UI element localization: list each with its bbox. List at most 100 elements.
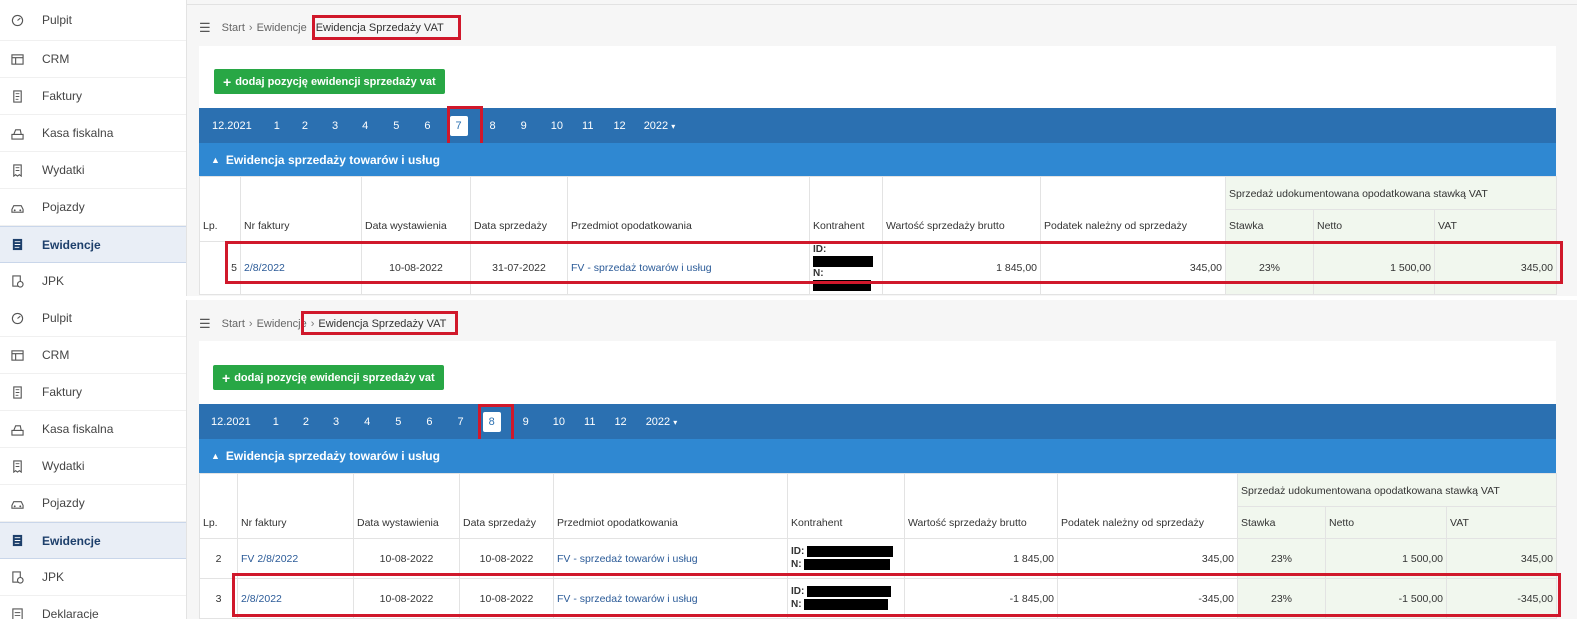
cell-data-sprzedazy: 10-08-2022 [459,578,554,619]
redacted-name [813,280,871,292]
sidebar-item-jpk[interactable]: JPK [0,263,186,296]
month-5[interactable]: 5 [393,120,399,132]
month-4[interactable]: 4 [362,120,368,132]
cell-przedmiot[interactable]: FV - sprzedaż towarów i usług [567,240,810,296]
sidebar-item-pojazdy[interactable]: Pojazdy [0,189,186,226]
cell-data-sprzedazy: 31-07-2022 [470,240,568,296]
month-3[interactable]: 3 [333,416,339,428]
add-sales-entry-button[interactable]: + dodaj pozycję ewidencji sprzedaży vat [214,69,445,94]
month-prev-year[interactable]: 12.2021 [211,416,251,428]
month-9[interactable]: 9 [523,416,529,428]
kontrahent-id-label: ID: [791,586,805,598]
sidebar-item-label: Faktury [42,385,83,399]
cell-stawka: 23% [1237,538,1326,579]
cell-data-wystawienia: 10-08-2022 [353,538,460,579]
sidebar-item-faktury[interactable]: Faktury [0,78,186,115]
month-8-selected[interactable]: 8 [482,411,501,432]
month-8[interactable]: 8 [490,120,496,132]
breadcrumb-ewidencje[interactable]: Ewidencje [257,318,307,330]
sidebar-item-pulpit[interactable]: Pulpit [0,0,186,41]
month-6[interactable]: 6 [426,416,432,428]
breadcrumb-ewidencje[interactable]: Ewidencje [257,22,307,34]
sidebar-item-label: Ewidencje [42,533,101,548]
month-selector: 12.2021 1 2 3 4 5 6 7 8 9 10 11 12 2022 … [199,108,1556,143]
cell-nr-faktury[interactable]: FV 2/8/2022 [237,538,354,579]
table-row[interactable]: 3 2/8/2022 10-08-2022 10-08-2022 FV - sp… [199,578,1557,619]
sidebar-item-kasa[interactable]: Kasa fiskalna [0,411,186,448]
breadcrumb-start[interactable]: Start [222,22,245,34]
dashboard-icon [10,13,24,27]
col-stawka: Stawka [1237,506,1326,539]
col-data-wystawienia: Data wystawienia [353,473,460,539]
sidebar-item-label: Wydatki [42,163,85,177]
sidebar-item-ewidencje[interactable]: Ewidencje [0,226,186,263]
sidebar-item-kasa[interactable]: Kasa fiskalna [0,115,186,152]
cell-przedmiot[interactable]: FV - sprzedaż towarów i usług [553,538,788,579]
screenshot-panel-month-8: Pulpit CRM Faktury Kasa fiskalna Wydatki… [0,300,1577,619]
breadcrumb-start[interactable]: Start [222,318,245,330]
section-header[interactable]: ▲ Ewidencja sprzedaży towarów i usług [199,439,1556,473]
col-stawka: Stawka [1225,209,1314,242]
month-12[interactable]: 12 [614,416,626,428]
declaration-icon [10,607,24,619]
month-2[interactable]: 2 [303,416,309,428]
sales-table: Lp. Nr faktury Data wystawienia Data spr… [199,473,1557,619]
cell-nr-faktury[interactable]: 2/8/2022 [240,240,362,296]
sidebar-item-label: Wydatki [42,459,85,473]
month-10[interactable]: 10 [551,120,563,132]
table-row[interactable]: 2 FV 2/8/2022 10-08-2022 10-08-2022 FV -… [199,538,1557,579]
sidebar: Pulpit CRM Faktury Kasa fiskalna Wydatki… [0,300,187,619]
month-7[interactable]: 7 [458,416,464,428]
document-icon [10,238,24,252]
month-prev-year[interactable]: 12.2021 [212,120,252,132]
month-12[interactable]: 12 [613,120,625,132]
sidebar-item-crm[interactable]: CRM [0,41,186,78]
month-10[interactable]: 10 [553,416,565,428]
month-1[interactable]: 1 [274,120,280,132]
month-9[interactable]: 9 [521,120,527,132]
cell-lp: 3 [199,578,238,619]
col-kontrahent: Kontrahent [809,176,883,242]
sidebar-item-label: JPK [42,570,65,584]
caret-down-icon: ▾ [673,417,678,427]
sidebar-item-faktury[interactable]: Faktury [0,374,186,411]
month-7-selected[interactable]: 7 [449,115,468,136]
month-3[interactable]: 3 [332,120,338,132]
document-icon [10,534,24,548]
add-button-label: dodaj pozycję ewidencji sprzedaży vat [235,75,436,88]
sidebar-item-jpk[interactable]: JPK [0,559,186,596]
sidebar-item-crm[interactable]: CRM [0,337,186,374]
sidebar-item-wydatki[interactable]: Wydatki [0,448,186,485]
cash-register-icon [10,422,24,436]
sidebar-item-ewidencje[interactable]: Ewidencje [0,522,186,559]
sidebar-item-wydatki[interactable]: Wydatki [0,152,186,189]
year-label: 2022 [645,415,671,428]
month-6[interactable]: 6 [424,120,430,132]
col-nr-faktury: Nr faktury [240,176,362,242]
kontrahent-n-label: N: [813,268,824,280]
sidebar-item-deklaracje[interactable]: Deklaracje [0,596,186,619]
month-2[interactable]: 2 [302,120,308,132]
cell-nr-faktury[interactable]: 2/8/2022 [237,578,354,619]
cash-register-icon [10,126,24,140]
hamburger-menu-icon[interactable]: ☰ [199,316,211,332]
table-row[interactable]: 5 2/8/2022 10-08-2022 31-07-2022 FV - sp… [199,240,1557,296]
cell-przedmiot[interactable]: FV - sprzedaż towarów i usług [553,578,788,619]
cell-netto: 1 500,00 [1325,538,1447,579]
year-dropdown[interactable]: 2022 ▾ [644,120,676,132]
month-4[interactable]: 4 [364,416,370,428]
add-sales-entry-button[interactable]: + dodaj pozycję ewidencji sprzedaży vat [213,365,444,390]
car-icon [10,200,24,214]
month-11[interactable]: 11 [584,416,595,428]
sidebar-item-pulpit[interactable]: Pulpit [0,300,186,337]
month-11[interactable]: 11 [582,120,593,132]
section-header[interactable]: ▲ Ewidencja sprzedaży towarów i usług [199,143,1556,176]
sidebar-item-pojazdy[interactable]: Pojazdy [0,485,186,522]
plus-icon: + [222,369,231,386]
month-1[interactable]: 1 [273,416,279,428]
month-5[interactable]: 5 [395,416,401,428]
cell-vat: 345,00 [1434,240,1557,296]
year-dropdown[interactable]: 2022 ▾ [646,416,678,428]
hamburger-menu-icon[interactable]: ☰ [199,20,211,36]
cell-netto: -1 500,00 [1325,578,1447,619]
